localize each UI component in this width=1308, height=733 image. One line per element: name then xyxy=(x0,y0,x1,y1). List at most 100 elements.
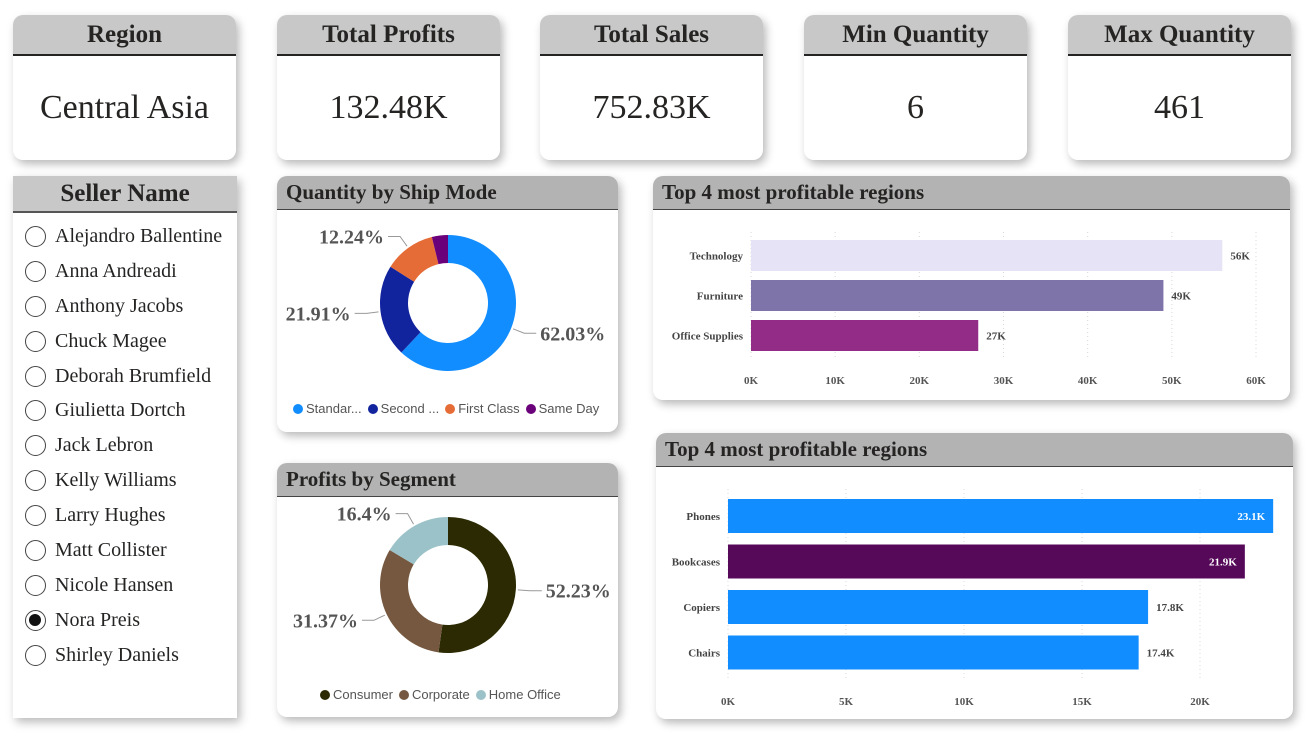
seller-option-nicole-hansen[interactable]: Nicole Hansen xyxy=(13,568,237,603)
radio-button[interactable] xyxy=(25,330,46,352)
seller-option-larry-hughes[interactable]: Larry Hughes xyxy=(13,498,237,533)
data-label: 27K xyxy=(986,331,1006,343)
x-tick-label: 0K xyxy=(744,375,759,387)
seller-option-label: Deborah Brumfield xyxy=(55,364,212,387)
leader-line xyxy=(512,328,537,334)
radio-button[interactable] xyxy=(25,644,46,666)
radio-button[interactable] xyxy=(25,574,46,596)
legend-swatch xyxy=(293,403,303,414)
data-label: 12.24% xyxy=(319,226,384,248)
donut-slice-corporate[interactable] xyxy=(380,550,443,653)
category-bar-chart: 0K 10K 20K 30K 40K 50K 60K Technology 56K Furnitu… xyxy=(672,232,1266,387)
radio-button[interactable] xyxy=(25,295,46,317)
legend-item-standar[interactable]: Standar... xyxy=(293,401,362,416)
legend-label: Corporate xyxy=(411,687,470,702)
radio-button[interactable] xyxy=(25,225,46,247)
bar-office-supplies[interactable] xyxy=(751,320,979,351)
legend-item-consumer[interactable]: Consumer xyxy=(320,687,393,702)
kpi-value: 132.48K xyxy=(329,89,448,126)
legend-item-corporate[interactable]: Corporate xyxy=(398,687,470,702)
data-label: 31.37% xyxy=(293,610,358,632)
radio-button[interactable] xyxy=(25,260,46,282)
seller-option-shirley-daniels[interactable]: Shirley Daniels xyxy=(13,638,237,673)
radio-button[interactable] xyxy=(25,505,46,527)
seller-option-giulietta-dortch[interactable]: Giulietta Dortch xyxy=(13,393,237,428)
legend-label: Consumer xyxy=(333,687,393,702)
seller-option-chuck-magee[interactable]: Chuck Magee xyxy=(13,324,237,359)
data-label: 49K xyxy=(1171,291,1191,303)
seller-option-jack-lebron[interactable]: Jack Lebron xyxy=(13,428,237,463)
x-tick-label: 5K xyxy=(839,696,854,708)
radio-button[interactable] xyxy=(25,470,46,492)
leader-line xyxy=(395,513,414,525)
legend-item-home-office[interactable]: Home Office xyxy=(475,687,561,702)
seller-list: Alejandro Ballentine Anna Andreadi Anthony… xyxy=(13,213,237,673)
seller-option-nora-preis[interactable]: Nora Preis xyxy=(13,603,237,638)
seller-option-anthony-jacobs[interactable]: Anthony Jacobs xyxy=(13,289,237,324)
kpi-label: Total Sales xyxy=(540,15,763,56)
kpi-card-region: Region Central Asia xyxy=(13,15,236,160)
legend-item-same-day[interactable]: Same Day xyxy=(525,401,600,416)
segment-legend: Consumer Corporate Home Office xyxy=(320,687,561,702)
bar-bookcases[interactable] xyxy=(728,544,1245,579)
bar-chairs[interactable] xyxy=(728,635,1139,670)
x-tick-label: 30K xyxy=(994,375,1014,387)
kpi-label: Total Profits xyxy=(277,15,500,56)
seller-option-label: Chuck Magee xyxy=(55,329,167,352)
category-label: Chairs xyxy=(688,648,721,660)
radio-button[interactable] xyxy=(25,400,46,422)
radio-button[interactable] xyxy=(25,539,46,561)
legend-item-second[interactable]: Second ... xyxy=(367,401,439,416)
seller-option-kelly-williams[interactable]: Kelly Williams xyxy=(13,463,237,498)
bar-technology[interactable] xyxy=(751,240,1223,271)
profitable-categories-visual: Top 4 most profitable regions 0K 10K 20K 30… xyxy=(653,176,1290,400)
legend-swatch xyxy=(445,403,456,414)
kpi-value: Central Asia xyxy=(39,89,210,126)
visual-title: Profits by Segment xyxy=(277,463,618,497)
x-tick-label: 20K xyxy=(910,375,930,387)
visual-title: Top 4 most profitable regions xyxy=(653,176,1290,210)
ship-mode-legend: Standar... Second ... First Class Same Day xyxy=(293,401,599,416)
seller-option-label: Nora Preis xyxy=(55,608,140,631)
seller-option-matt-collister[interactable]: Matt Collister xyxy=(13,533,237,568)
legend-label: Same Day xyxy=(538,401,600,416)
seller-option-label: Shirley Daniels xyxy=(55,643,179,666)
seller-option-alejandro-ballentine[interactable]: Alejandro Ballentine xyxy=(13,219,237,254)
radio-button[interactable] xyxy=(25,435,46,457)
seller-name-slicer: Seller Name Alejandro Ballentine Anna And… xyxy=(13,176,237,718)
visual-title: Quantity by Ship Mode xyxy=(277,176,618,210)
kpi-card-total-sales: Total Sales 752.83K xyxy=(540,15,763,160)
category-label: Technology xyxy=(690,251,744,263)
segment-donut-chart: 52.23% 31.37% 16.4% xyxy=(293,504,611,653)
category-label: Bookcases xyxy=(672,557,721,569)
kpi-card-total-profits: Total Profits 132.48K xyxy=(277,15,500,160)
seller-option-anna-andreadi[interactable]: Anna Andreadi xyxy=(13,254,237,289)
donut-slice-consumer[interactable] xyxy=(438,517,516,653)
visual-title: Top 4 most profitable regions xyxy=(656,433,1293,467)
radio-button[interactable] xyxy=(25,609,46,631)
data-label: 17.8K xyxy=(1156,602,1184,614)
bar-copiers[interactable] xyxy=(728,590,1149,624)
seller-option-label: Larry Hughes xyxy=(55,504,166,527)
bar-furniture[interactable] xyxy=(751,280,1164,311)
kpi-label: Min Quantity xyxy=(804,15,1027,56)
bar-phones[interactable] xyxy=(728,499,1274,533)
radio-button[interactable] xyxy=(25,365,46,387)
x-tick-label: 0K xyxy=(721,696,736,708)
kpi-value: 6 xyxy=(907,89,924,126)
seller-option-label: Jack Lebron xyxy=(55,434,154,457)
data-label: 21.91% xyxy=(286,303,351,325)
legend-swatch xyxy=(367,403,378,414)
seller-option-deborah-brumfield[interactable]: Deborah Brumfield xyxy=(13,359,237,394)
kpi-card-min-quantity: Min Quantity 6 xyxy=(804,15,1027,160)
data-label: 62.03% xyxy=(540,323,605,345)
leader-line xyxy=(354,311,379,314)
subcategory-bar-chart: 0K 5K 10K 15K 20K Phones 23.1K Bookcases 21.9K Co… xyxy=(672,489,1274,708)
legend-item-first-class[interactable]: First Class xyxy=(445,401,520,416)
data-label: 17.4K xyxy=(1147,648,1175,660)
leader-line xyxy=(388,235,408,247)
legend-label: Standar... xyxy=(306,401,362,416)
category-label: Office Supplies xyxy=(672,331,744,343)
x-tick-label: 10K xyxy=(954,696,974,708)
category-label: Copiers xyxy=(683,602,720,614)
